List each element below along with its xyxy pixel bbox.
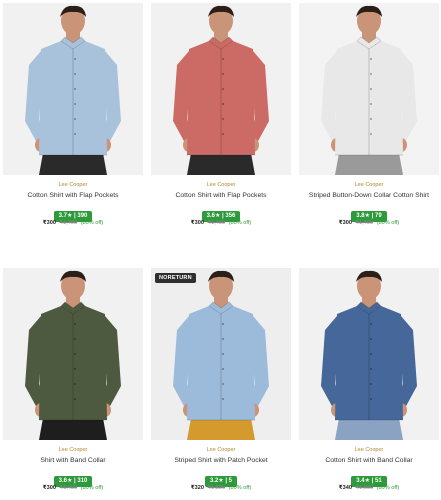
price-mrp: ₹1,499: [59, 485, 78, 491]
price-mrp: ₹1,699: [355, 485, 374, 491]
price-line: ₹320 ₹1,599 (80% off): [151, 485, 291, 491]
product-brand: Lee Cooper: [354, 182, 384, 188]
model-figure: [321, 270, 417, 440]
price-mrp: ₹1,499: [59, 220, 78, 226]
price-discount: (80% off): [228, 220, 252, 226]
model-figure: [173, 5, 269, 175]
product-image[interactable]: [299, 3, 439, 175]
price-current: ₹300: [338, 220, 352, 226]
price-discount: (80% off): [80, 220, 104, 226]
product-card[interactable]: Lee Cooper Cotton Shirt with Flap Pocket…: [3, 3, 143, 226]
product-image[interactable]: [3, 3, 143, 175]
product-image[interactable]: [299, 268, 439, 440]
price-discount: (80% off): [376, 485, 400, 491]
price-line: ₹300 ₹1,499 (80% off): [151, 220, 291, 226]
product-brand: Lee Cooper: [58, 182, 88, 188]
product-card[interactable]: Lee Cooper Shirt with Band Collar 3.6★ |…: [3, 268, 143, 491]
product-name[interactable]: Shirt with Band Collar: [3, 457, 143, 464]
product-grid: Lee Cooper Cotton Shirt with Flap Pocket…: [0, 0, 441, 500]
product-card[interactable]: Lee Cooper Cotton Shirt with Flap Pocket…: [151, 3, 291, 226]
price-current: ₹320: [190, 485, 204, 491]
product-name[interactable]: Striped Shirt with Patch Pocket: [151, 457, 291, 464]
price-mrp: ₹1,499: [355, 220, 374, 226]
price-current: ₹300: [42, 485, 56, 491]
price-line: ₹340 ₹1,699 (80% off): [299, 485, 439, 491]
product-brand: Lee Cooper: [354, 447, 384, 453]
product-card[interactable]: Lee Cooper Cotton Shirt with Band Collar…: [299, 268, 439, 491]
product-image[interactable]: [151, 3, 291, 175]
product-name[interactable]: Cotton Shirt with Band Collar: [299, 457, 439, 464]
product-brand: Lee Cooper: [206, 447, 236, 453]
price-mrp: ₹1,599: [207, 485, 226, 491]
product-name[interactable]: Striped Button-Down Collar Cotton Shirt: [299, 192, 439, 199]
price-current: ₹340: [338, 485, 352, 491]
price-current: ₹300: [190, 220, 204, 226]
model-figure: [25, 5, 121, 175]
product-image[interactable]: [3, 268, 143, 440]
model-figure: [321, 5, 417, 175]
product-brand: Lee Cooper: [58, 447, 88, 453]
no-return-badge: NORETURN: [155, 273, 196, 283]
price-line: ₹300 ₹1,499 (80% off): [3, 485, 143, 491]
product-card[interactable]: Lee Cooper Striped Button-Down Collar Co…: [299, 3, 439, 226]
price-line: ₹300 ₹1,499 (80% off): [3, 220, 143, 226]
product-name[interactable]: Cotton Shirt with Flap Pockets: [3, 192, 143, 199]
model-figure: [173, 270, 269, 440]
price-discount: (80% off): [376, 220, 400, 226]
price-mrp: ₹1,499: [207, 220, 226, 226]
price-discount: (80% off): [80, 485, 104, 491]
price-discount: (80% off): [228, 485, 252, 491]
price-current: ₹300: [42, 220, 56, 226]
product-image[interactable]: NORETURN: [151, 268, 291, 440]
product-brand: Lee Cooper: [206, 182, 236, 188]
product-name[interactable]: Cotton Shirt with Flap Pockets: [151, 192, 291, 199]
product-card[interactable]: NORETURN Lee Cooper Striped Shirt with P…: [151, 268, 291, 491]
price-line: ₹300 ₹1,499 (80% off): [299, 220, 439, 226]
model-figure: [25, 270, 121, 440]
